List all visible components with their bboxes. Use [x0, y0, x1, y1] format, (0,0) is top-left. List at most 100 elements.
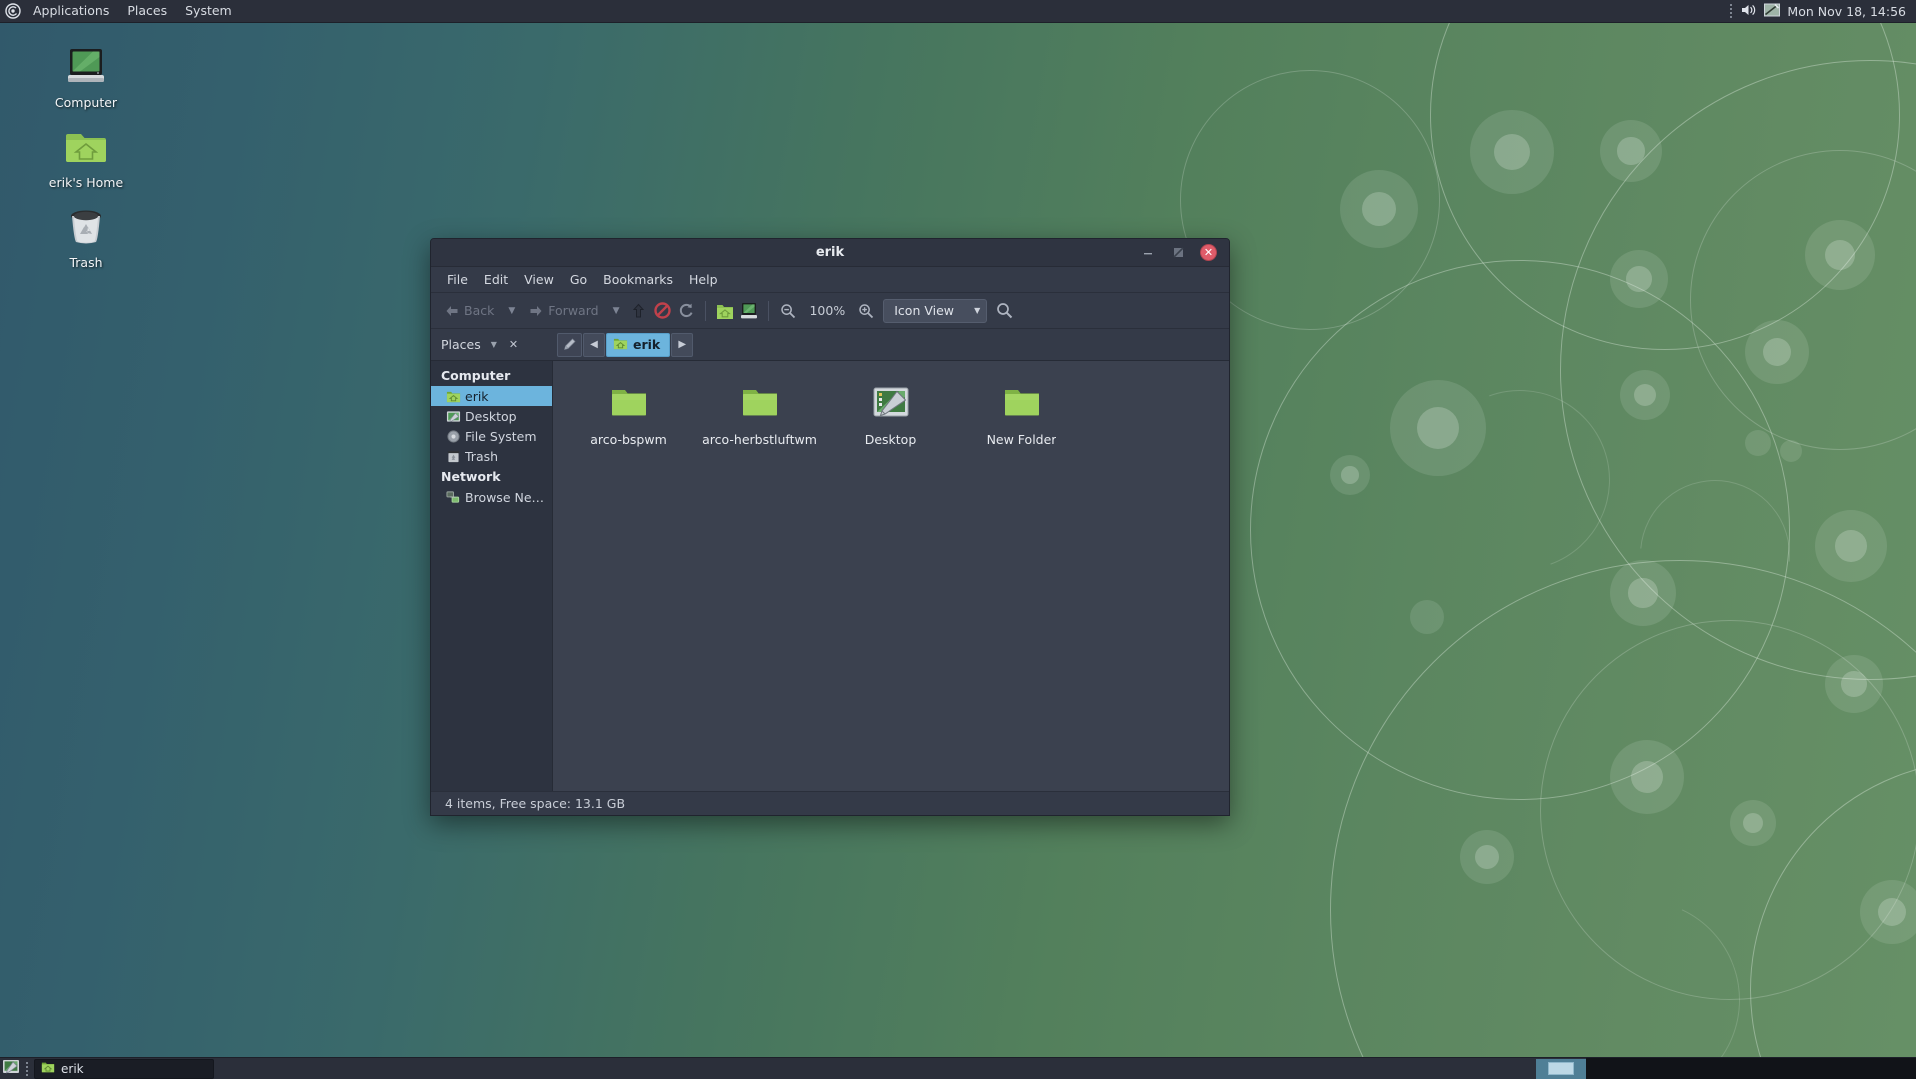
folder-icon	[1000, 381, 1044, 425]
zoom-in-button[interactable]	[855, 300, 877, 322]
back-history-chevron-down-icon[interactable]: ▼	[502, 306, 521, 316]
toolbar-separator	[768, 300, 770, 321]
sidebar-item-trash[interactable]: Trash	[431, 446, 552, 466]
wallpaper-bokeh	[1825, 655, 1883, 713]
stop-button[interactable]	[651, 300, 673, 322]
volume-icon[interactable]	[1741, 3, 1757, 20]
network-browse-icon	[445, 489, 461, 505]
close-button[interactable]: ✕	[1200, 244, 1217, 261]
desktop-icon-computer[interactable]: Computer	[38, 42, 134, 110]
close-icon[interactable]: ✕	[509, 338, 518, 351]
desktop-icon-label: Trash	[69, 255, 103, 270]
forward-button[interactable]: Forward	[523, 299, 604, 322]
sidebar-item-label: File System	[465, 428, 537, 444]
window-titlebar[interactable]: erik ✕	[431, 239, 1229, 267]
wallpaper-bokeh	[1410, 600, 1444, 634]
menu-go[interactable]: Go	[562, 269, 595, 290]
menu-bookmarks[interactable]: Bookmarks	[595, 269, 681, 290]
pager-empty-area	[1586, 1057, 1916, 1079]
search-button[interactable]	[993, 300, 1015, 322]
panel-clock[interactable]: Mon Nov 18, 14:56	[1787, 4, 1906, 19]
computer-button[interactable]	[738, 300, 760, 322]
maximize-button[interactable]	[1170, 245, 1186, 261]
menu-help[interactable]: Help	[681, 269, 726, 290]
menu-logo-icon[interactable]	[2, 0, 24, 22]
wallpaper-bokeh	[1620, 370, 1670, 420]
system-tray: Mon Nov 18, 14:56	[1728, 3, 1916, 20]
status-bar: 4 items, Free space: 13.1 GB	[431, 791, 1229, 815]
file-name: arco-bspwm	[590, 432, 667, 447]
file-item[interactable]: New Folder	[956, 375, 1087, 457]
window-body: Computer erik Desktop File System Trash …	[431, 361, 1229, 791]
menu-applications[interactable]: Applications	[24, 0, 118, 22]
breadcrumb-label: erik	[633, 337, 661, 352]
wallpaper-bokeh	[1610, 740, 1684, 814]
network-icon[interactable]	[1764, 3, 1781, 20]
file-pane[interactable]: arco-bspwm arco-herbstluftwm Desktop New…	[553, 361, 1229, 791]
sidebar-item-label: Browse Netw...	[465, 489, 546, 505]
wallpaper-bokeh	[1390, 380, 1486, 476]
back-label: Back	[464, 303, 495, 318]
reload-button[interactable]	[675, 300, 697, 322]
zoom-out-button[interactable]	[777, 300, 799, 322]
sidebar-item-label: erik	[465, 388, 489, 404]
grip-dots-icon[interactable]	[1728, 3, 1734, 19]
wallpaper-bokeh	[1780, 440, 1802, 462]
wallpaper-bokeh	[1610, 560, 1676, 626]
sidebar-item-file-system[interactable]: File System	[431, 426, 552, 446]
wallpaper-bokeh	[1600, 120, 1662, 182]
menu-bar: File Edit View Go Bookmarks Help	[431, 267, 1229, 293]
grip-dots-icon[interactable]	[24, 1061, 30, 1077]
pencil-icon[interactable]	[557, 332, 582, 357]
chevron-down-icon: ▼	[974, 306, 981, 315]
menu-edit[interactable]: Edit	[476, 269, 516, 290]
minimize-button[interactable]	[1140, 245, 1156, 261]
folder-icon	[738, 381, 782, 425]
sidebar-item-browse-network[interactable]: Browse Netw...	[431, 487, 552, 507]
breadcrumb-scroll-right[interactable]: ▶	[671, 332, 694, 357]
folder-icon	[607, 381, 651, 425]
sidebar-item-label: Trash	[465, 448, 499, 464]
file-manager-window: erik ✕ File Edit View Go Bookmarks Help …	[430, 238, 1230, 816]
sidebar-group-network: Network	[441, 469, 501, 484]
top-panel: Applications Places System Mon Nov 18, 1…	[0, 0, 1916, 23]
view-mode-label: Icon View	[894, 303, 954, 318]
breadcrumb-item-erik[interactable]: erik	[606, 332, 671, 357]
chevron-down-icon[interactable]: ▼	[491, 340, 497, 349]
workspace-pager[interactable]	[1536, 1057, 1916, 1079]
sidebar-group-computer: Computer	[441, 368, 511, 383]
file-item[interactable]: arco-bspwm	[563, 375, 694, 457]
home-button[interactable]	[714, 300, 736, 322]
window-controls: ✕	[1140, 244, 1229, 261]
menu-file[interactable]: File	[439, 269, 476, 290]
window-title: erik	[815, 245, 845, 260]
taskbar: erik	[0, 1057, 1916, 1079]
home-folder-icon	[613, 336, 628, 354]
desktop-icon-home[interactable]: erik's Home	[38, 122, 134, 190]
back-button[interactable]: Back	[439, 299, 500, 322]
file-item[interactable]: Desktop	[825, 375, 956, 457]
up-button[interactable]	[627, 300, 649, 322]
wallpaper-bokeh	[1340, 170, 1418, 248]
toolbar-separator	[705, 300, 707, 321]
menu-system[interactable]: System	[176, 0, 241, 22]
desktop-icon-trash[interactable]: Trash	[38, 202, 134, 270]
disk-icon	[445, 428, 461, 444]
forward-label: Forward	[548, 303, 599, 318]
folder-icon	[41, 1060, 55, 1077]
wallpaper-bokeh	[1860, 880, 1916, 944]
forward-history-chevron-down-icon[interactable]: ▼	[607, 306, 626, 316]
menu-places[interactable]: Places	[118, 0, 176, 22]
taskbar-window-label: erik	[61, 1061, 84, 1076]
toolbar: Back ▼ Forward ▼ 100% Icon View ▼	[431, 293, 1229, 329]
sidebar-item-erik[interactable]: erik	[431, 386, 552, 406]
breadcrumb-scroll-left[interactable]: ◀	[583, 332, 605, 357]
menu-view[interactable]: View	[516, 269, 562, 290]
places-label: Places	[441, 337, 481, 352]
file-item[interactable]: arco-herbstluftwm	[694, 375, 825, 457]
view-mode-select[interactable]: Icon View ▼	[883, 298, 988, 323]
sidebar-item-desktop[interactable]: Desktop	[431, 406, 552, 426]
taskbar-window-button-erik[interactable]: erik	[34, 1058, 214, 1079]
show-desktop-icon[interactable]	[2, 1058, 20, 1079]
workspace-1[interactable]	[1536, 1058, 1586, 1079]
